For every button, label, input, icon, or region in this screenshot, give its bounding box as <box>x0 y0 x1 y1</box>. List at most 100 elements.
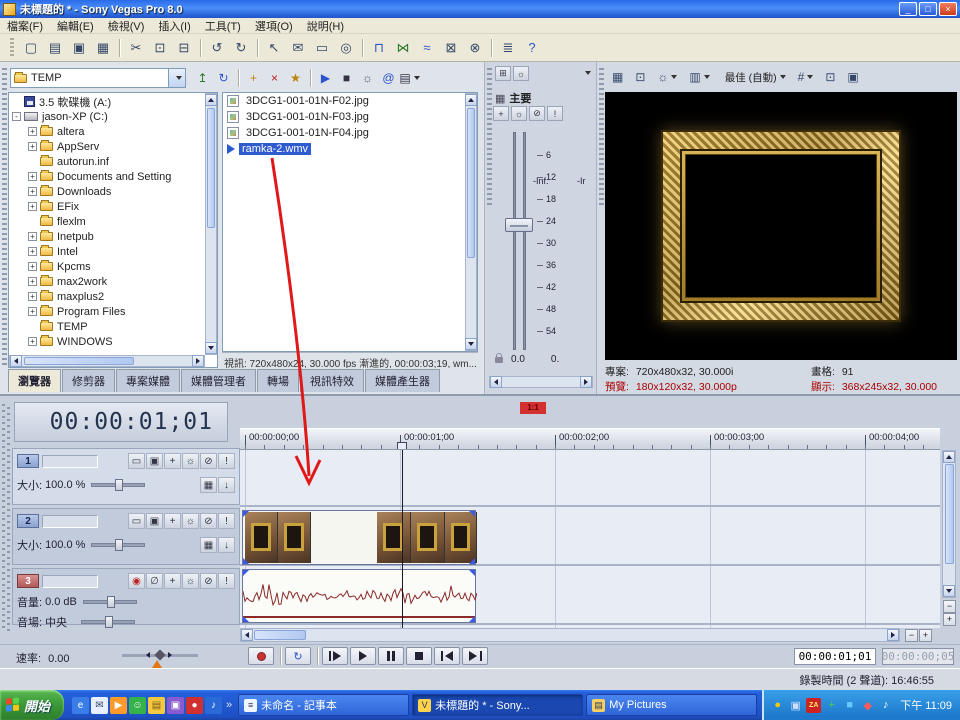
tree-expand-toggle[interactable]: + <box>28 307 37 316</box>
menu-item[interactable]: 插入(I) <box>151 17 197 35</box>
video-output-fx[interactable]: ☼ <box>652 67 682 87</box>
track-name-field[interactable] <box>42 455 98 468</box>
track-number[interactable]: 2 <box>17 514 39 528</box>
rate-handle[interactable] <box>154 649 165 660</box>
tree-item[interactable]: +altera <box>10 124 206 139</box>
menu-item[interactable]: 說明(H) <box>300 17 351 35</box>
scroll-down-button[interactable] <box>943 585 955 597</box>
file-list-scrollbar[interactable] <box>465 93 477 351</box>
project-video-properties[interactable]: ▦ <box>607 67 628 87</box>
preview-grip[interactable] <box>599 68 604 208</box>
track-row-1[interactable] <box>240 450 940 507</box>
tree-item[interactable]: TEMP <box>10 319 206 334</box>
tree-expand-toggle[interactable]: + <box>28 292 37 301</box>
preview-quality[interactable]: 最佳 (自動) <box>717 67 791 87</box>
mixer-menu-arrow-icon[interactable] <box>585 71 591 75</box>
tree-item[interactable]: +WINDOWS <box>10 334 206 349</box>
tray-icon-5[interactable]: ■ <box>842 698 857 713</box>
volume-envelope-line[interactable] <box>243 616 475 618</box>
scroll-thumb[interactable] <box>254 630 306 640</box>
scroll-thumb[interactable] <box>24 357 134 365</box>
record-button[interactable] <box>248 647 274 665</box>
compositing-mode[interactable]: ▦ <box>200 537 217 553</box>
task-notepad[interactable]: ≡未命名 - 記事本 <box>238 694 409 716</box>
menu-item[interactable]: 選項(O) <box>248 17 300 35</box>
slider-knob[interactable] <box>105 616 113 628</box>
file-item[interactable]: 3DCG1-001-01N-F04.jpg <box>223 125 477 141</box>
time-ruler[interactable]: 00:00:00;0000:00:01;0000:00:02;0000:00:0… <box>240 428 940 450</box>
fader-groove-right[interactable] <box>523 132 526 350</box>
close-button[interactable]: × <box>939 2 957 16</box>
menu-item[interactable]: 檔案(F) <box>0 17 50 35</box>
msn-icon[interactable]: ☺ <box>129 697 146 714</box>
zoom-in-button[interactable]: + <box>919 629 932 642</box>
lock-icon[interactable] <box>495 357 503 363</box>
tree-item[interactable]: +EFix <box>10 199 206 214</box>
track-number[interactable]: 1 <box>17 454 39 468</box>
paste[interactable]: ⊟ <box>172 36 196 59</box>
scroll-down-button[interactable] <box>465 338 477 350</box>
stop-preview[interactable]: ■ <box>336 68 357 88</box>
delete[interactable]: × <box>264 68 285 88</box>
marker-bar[interactable]: 1:1 <box>240 396 940 428</box>
selection-length-display[interactable]: 00:00:00;05 <box>882 648 954 665</box>
zoom-edit-tool[interactable]: ◎ <box>334 36 358 59</box>
save-snapshot[interactable]: ▣ <box>842 67 863 87</box>
make-compositing-child[interactable]: ↓ <box>218 537 235 553</box>
tree-item[interactable]: +Program Files <box>10 304 206 319</box>
timeline-grip[interactable] <box>2 404 10 632</box>
bus-fx[interactable]: ☼ <box>511 106 527 121</box>
tree-item[interactable]: +Documents and Setting <box>10 169 206 184</box>
scroll-right-button[interactable] <box>192 355 204 367</box>
play-from-start-button[interactable] <box>322 647 348 665</box>
selection-edit-tool[interactable]: ▭ <box>310 36 334 59</box>
volume-icon[interactable]: ♪ <box>878 698 893 713</box>
solo[interactable]: ! <box>218 453 235 469</box>
new-project[interactable]: ▢ <box>19 36 43 59</box>
tree-item[interactable]: autorun.inf <box>10 154 206 169</box>
tree-expand-toggle[interactable]: + <box>28 172 37 181</box>
track-header-2[interactable]: 2 ▭▣+☼⊘! 大小: 100.0 % ▦↓ <box>12 508 240 565</box>
open-project[interactable]: ▤ <box>43 36 67 59</box>
rate-slider[interactable] <box>122 654 198 657</box>
automation-settings[interactable]: + <box>164 573 181 589</box>
scroll-up-button[interactable] <box>943 451 955 463</box>
bypass-motion-blur[interactable]: ▭ <box>128 513 145 529</box>
minimize-button[interactable]: _ <box>899 2 917 16</box>
dock-tab[interactable]: 視訊特效 <box>300 369 364 392</box>
solo[interactable]: ! <box>218 573 235 589</box>
dock-tab[interactable]: 媒體管理者 <box>181 369 256 392</box>
tree-expand-toggle[interactable]: + <box>28 142 37 151</box>
tree-item[interactable]: +Downloads <box>10 184 206 199</box>
tree-item[interactable]: flexlm <box>10 214 206 229</box>
task-vegas[interactable]: V未標題的 * - Sony... <box>412 694 583 716</box>
menu-item[interactable]: 檢視(V) <box>101 17 152 35</box>
tracks-area[interactable] <box>240 450 940 628</box>
bus-mute[interactable]: ⊘ <box>529 106 545 121</box>
scroll-left-button[interactable] <box>490 376 502 388</box>
quick-launch-chevron[interactable]: » <box>226 699 232 711</box>
go-to-end-button[interactable] <box>462 647 488 665</box>
timeline-cursor[interactable] <box>402 450 403 628</box>
track-level-slider[interactable] <box>91 483 145 487</box>
master-fader-handle[interactable] <box>505 218 533 232</box>
tree-expand-toggle[interactable]: + <box>28 247 37 256</box>
scroll-right-button[interactable] <box>580 376 592 388</box>
track-fx[interactable]: ☼ <box>182 453 199 469</box>
enable-snapping[interactable]: ⊓ <box>367 36 391 59</box>
tree-vertical-scrollbar[interactable] <box>205 93 217 355</box>
dock-tab[interactable]: 媒體產生器 <box>365 369 440 392</box>
ie-icon[interactable]: e <box>72 697 89 714</box>
restore-button[interactable]: □ <box>919 2 937 16</box>
tree-expand-toggle[interactable]: + <box>28 202 37 211</box>
add-to-favorites[interactable]: ★ <box>285 68 306 88</box>
make-compositing-child[interactable]: ↓ <box>218 477 235 493</box>
mixer-scrollbar[interactable] <box>489 376 593 388</box>
tree-expand-toggle[interactable]: + <box>28 127 37 136</box>
tree-expand-toggle[interactable]: + <box>28 277 37 286</box>
tree-expand-toggle[interactable]: + <box>28 337 37 346</box>
stop-button[interactable] <box>406 647 432 665</box>
audio-event[interactable] <box>242 569 476 623</box>
scroll-right-button[interactable] <box>887 629 899 641</box>
ignore-event-grouping[interactable]: ⊗ <box>463 36 487 59</box>
